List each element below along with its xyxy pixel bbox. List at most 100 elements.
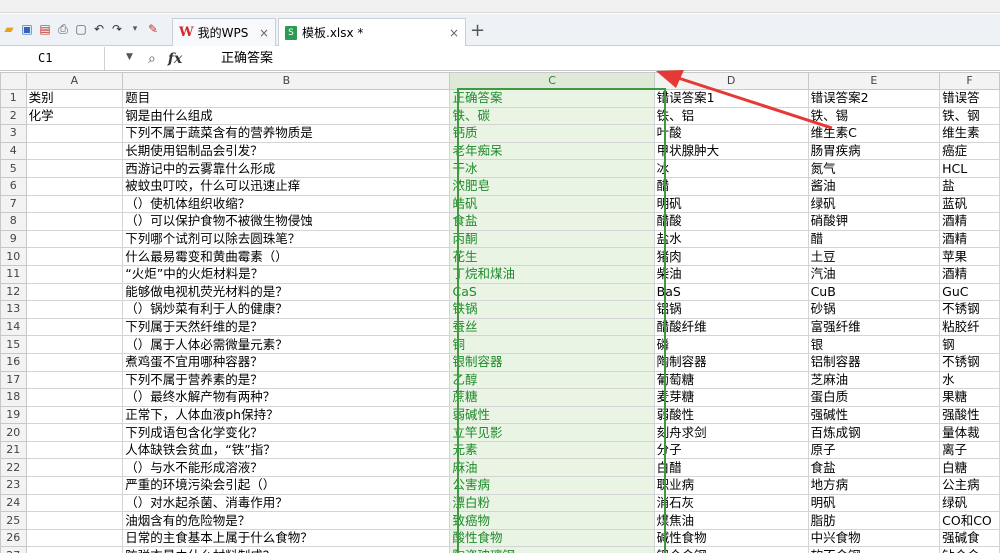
cell-b[interactable]: 能够做电视机荧光材料的是？ — [122, 282, 451, 302]
undo-icon[interactable]: ↶ — [92, 22, 106, 36]
column-header-d[interactable]: D — [653, 72, 809, 90]
cell-e[interactable]: 酱油 — [807, 176, 941, 196]
cell-b[interactable]: （）属于人体必需微量元素？ — [122, 335, 451, 354]
cell-a[interactable] — [25, 388, 124, 407]
cell-c[interactable]: 皓矾 — [449, 194, 655, 214]
cell-c[interactable]: 蔗糖 — [449, 388, 655, 407]
cell-e[interactable]: 砂锅 — [807, 300, 941, 319]
cell-f[interactable]: 不锈钢 — [939, 352, 1000, 372]
cell-a[interactable] — [25, 370, 124, 390]
cell-d[interactable]: 葡萄糖 — [653, 370, 809, 390]
cell-d[interactable]: 错误答案1 — [653, 89, 809, 108]
cell-e[interactable]: 土豆 — [807, 247, 941, 266]
cell-a[interactable] — [25, 247, 124, 266]
cell-b[interactable]: 什么最易霉变和黄曲霉素（） — [122, 247, 451, 266]
cell-d[interactable]: 明矾 — [653, 194, 809, 214]
zoom-search-icon[interactable]: ⌕ — [148, 51, 156, 67]
row-number[interactable]: 4 — [0, 141, 27, 161]
cell-c[interactable]: 老年痴呆 — [449, 141, 655, 161]
print-icon[interactable]: ⎙ — [56, 22, 70, 36]
name-box-dropdown-icon[interactable]: ▼ — [126, 52, 133, 62]
cell-f[interactable]: 绿矾 — [939, 493, 1000, 513]
cell-f[interactable]: 水 — [939, 370, 1000, 390]
cell-f[interactable]: 强酸性 — [939, 405, 1000, 425]
cell-b[interactable]: 下列哪个试剂可以除去圆珠笔？ — [122, 229, 451, 249]
cell-e[interactable]: 银 — [807, 335, 941, 354]
cell-d[interactable]: 白醋 — [653, 458, 809, 478]
cell-c[interactable]: 丁烷和煤油 — [449, 264, 655, 284]
cell-c[interactable]: 致癌物 — [449, 511, 655, 530]
customize-dropdown-icon[interactable]: ▾ — [128, 22, 142, 36]
cell-f[interactable]: 离子 — [939, 440, 1000, 460]
name-box[interactable]: C1 — [0, 47, 105, 70]
row-number[interactable]: 15 — [0, 335, 27, 354]
cell-d[interactable]: 醋 — [653, 176, 809, 196]
row-number[interactable]: 23 — [0, 476, 27, 495]
cell-a[interactable] — [25, 458, 124, 478]
cell-d[interactable]: 碱性食物 — [653, 528, 809, 548]
cell-a[interactable]: 类别 — [25, 89, 124, 108]
cell-b[interactable]: 正常下，人体血液ph保持？ — [122, 405, 451, 425]
row-number[interactable]: 18 — [0, 388, 27, 407]
cell-a[interactable] — [25, 159, 124, 178]
cell-f[interactable]: 不锈钢 — [939, 300, 1000, 319]
cell-f[interactable]: 蓝矾 — [939, 194, 1000, 214]
cell-a[interactable] — [25, 546, 124, 553]
row-number[interactable]: 6 — [0, 176, 27, 196]
cell-f[interactable]: 果糖 — [939, 388, 1000, 407]
cell-b[interactable]: （）对水起杀菌、消毒作用？ — [122, 493, 451, 513]
cell-e[interactable]: 中兴食物 — [807, 528, 941, 548]
cell-b[interactable]: 严重的环境污染会引起（） — [122, 476, 451, 495]
cell-d[interactable]: 职业病 — [653, 476, 809, 495]
cell-b[interactable]: 题目 — [122, 89, 451, 108]
cell-d[interactable]: 醋酸 — [653, 212, 809, 231]
cell-c[interactable]: 蚕丝 — [449, 317, 655, 337]
column-header-e[interactable]: E — [807, 72, 941, 90]
cell-e[interactable]: 地方病 — [807, 476, 941, 495]
cell-a[interactable]: 化学 — [25, 106, 124, 126]
cell-a[interactable] — [25, 352, 124, 372]
cell-d[interactable]: 醋酸纤维 — [653, 317, 809, 337]
cell-c[interactable]: 正确答案 — [449, 89, 655, 108]
cell-d[interactable]: 猪肉 — [653, 247, 809, 266]
cell-b[interactable]: 煮鸡蛋不宜用哪种容器？ — [122, 352, 451, 372]
cell-b[interactable]: 被蚊虫叮咬，什么可以迅速止痒 — [122, 176, 451, 196]
cell-d[interactable]: 铁、铝 — [653, 106, 809, 126]
close-icon[interactable]: × — [449, 26, 459, 40]
cell-f[interactable]: 盐 — [939, 176, 1000, 196]
tab-template-xlsx[interactable]: S 模板.xlsx * × — [278, 18, 466, 46]
cell-e[interactable]: 百炼成钢 — [807, 423, 941, 442]
cell-e[interactable]: 芝麻油 — [807, 370, 941, 390]
insert-function-icon[interactable]: fx — [168, 51, 182, 67]
cell-c[interactable]: 铁锅 — [449, 300, 655, 319]
cell-b[interactable]: 西游记中的云雾靠什么形成 — [122, 159, 451, 178]
cell-c[interactable]: 公害病 — [449, 476, 655, 495]
cell-b[interactable]: 防弹衣是由什么材料制成？ — [122, 546, 451, 553]
cell-c[interactable]: 元素 — [449, 440, 655, 460]
row-number[interactable]: 22 — [0, 458, 27, 478]
column-header-a[interactable]: A — [25, 72, 124, 90]
select-all-corner[interactable] — [0, 72, 27, 90]
cell-a[interactable] — [25, 511, 124, 530]
close-icon[interactable]: × — [259, 26, 269, 40]
cell-a[interactable] — [25, 229, 124, 249]
cell-d[interactable]: 铝合金钢 — [653, 546, 809, 553]
cell-b[interactable]: 长期使用铝制品会引发？ — [122, 141, 451, 161]
cell-b[interactable]: （）可以保护食物不被微生物侵蚀 — [122, 212, 451, 231]
cell-d[interactable]: BaS — [653, 282, 809, 302]
cell-a[interactable] — [25, 282, 124, 302]
cell-a[interactable] — [25, 212, 124, 231]
cell-a[interactable] — [25, 264, 124, 284]
cell-f[interactable]: 苹果 — [939, 247, 1000, 266]
row-number[interactable]: 8 — [0, 212, 27, 231]
cell-b[interactable]: 下列属于天然纤维的是？ — [122, 317, 451, 337]
cell-c[interactable]: 钙质 — [449, 124, 655, 143]
column-header-b[interactable]: B — [122, 72, 451, 90]
column-header-c[interactable]: C — [449, 72, 655, 90]
cell-f[interactable]: GuC — [939, 282, 1000, 302]
cell-a[interactable] — [25, 335, 124, 354]
cell-d[interactable]: 煤焦油 — [653, 511, 809, 530]
cell-e[interactable]: 铁、锡 — [807, 106, 941, 126]
cell-f[interactable]: 公主病 — [939, 476, 1000, 495]
cell-c[interactable]: 弱碱性 — [449, 405, 655, 425]
